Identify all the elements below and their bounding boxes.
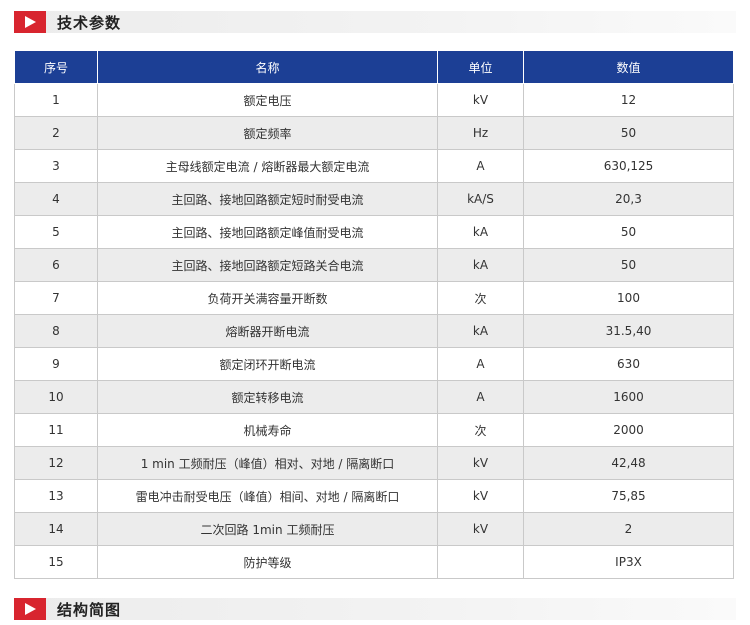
table-row: 7 负荷开关满容量开断数次 100: [14, 281, 734, 315]
cell-index: 1: [14, 83, 98, 117]
cell-index: 8: [14, 314, 98, 348]
header-index: 序号: [14, 50, 98, 84]
cell-name: 主回路、接地回路额定峰值耐受电流: [97, 215, 438, 249]
cell-index: 12: [14, 446, 98, 480]
cell-index: 6: [14, 248, 98, 282]
cell-name: 主回路、接地回路额定短路关合电流: [97, 248, 438, 282]
cell-name: 负荷开关满容量开断数: [97, 281, 438, 315]
cell-index: 13: [14, 479, 98, 513]
section-title: 结构简图: [57, 600, 122, 619]
cell-unit: Hz: [437, 116, 524, 150]
cell-unit: kV: [437, 512, 524, 546]
table-row: 3 主母线额定电流 / 熔断器最大额定电流 A 630,125: [14, 149, 734, 183]
cell-value: 630,125: [523, 149, 734, 183]
cell-value: 50: [523, 116, 734, 150]
cell-unit: A: [437, 380, 524, 414]
cell-name: 主回路、接地回路额定短时耐受电流: [97, 182, 438, 216]
cell-unit: A: [437, 149, 524, 183]
cell-value: 100: [523, 281, 734, 315]
cell-value: 2: [523, 512, 734, 546]
table-row: 14 二次回路 1min 工频耐压 kV 2: [14, 512, 734, 546]
cell-value: 50: [523, 248, 734, 282]
cell-value: 50: [523, 215, 734, 249]
table-row: 10 额定转移电流 A 1600: [14, 380, 734, 414]
cell-index: 4: [14, 182, 98, 216]
cell-name: 防护等级: [97, 545, 438, 579]
cell-index: 9: [14, 347, 98, 381]
table-row: 2 额定频率 Hz 50: [14, 116, 734, 150]
cell-value: 20,3: [523, 182, 734, 216]
cell-value: 1600: [523, 380, 734, 414]
cell-unit: kA: [437, 248, 524, 282]
cell-index: 14: [14, 512, 98, 546]
cell-value: 2000: [523, 413, 734, 447]
cell-unit: kA: [437, 215, 524, 249]
section-header-tech-params: 技术参数: [14, 11, 736, 33]
header-value: 数值: [523, 50, 734, 84]
cell-unit: 次: [437, 413, 524, 447]
cell-index: 2: [14, 116, 98, 150]
cell-index: 5: [14, 215, 98, 249]
cell-index: 7: [14, 281, 98, 315]
cell-index: 10: [14, 380, 98, 414]
cell-unit: kV: [437, 446, 524, 480]
cell-index: 15: [14, 545, 98, 579]
cell-name: 1 min 工频耐压（峰值）相对、对地 / 隔离断口: [97, 446, 438, 480]
cell-unit: [437, 545, 524, 579]
table-row: 8 熔断器开断电流 kA 31.5,40: [14, 314, 734, 348]
cell-name: 额定电压: [97, 83, 438, 117]
play-triangle-icon: [14, 598, 46, 620]
cell-name: 二次回路 1min 工频耐压: [97, 512, 438, 546]
table-row: 11 机械寿命次 2000: [14, 413, 734, 447]
table-row: 12 1 min 工频耐压（峰值）相对、对地 / 隔离断口 kV 42,48: [14, 446, 734, 480]
cell-name: 额定转移电流: [97, 380, 438, 414]
cell-value: 42,48: [523, 446, 734, 480]
cell-index: 11: [14, 413, 98, 447]
section-header-structure: 结构简图: [14, 598, 736, 620]
cell-unit: kV: [437, 479, 524, 513]
cell-unit: kA: [437, 314, 524, 348]
cell-value: 31.5,40: [523, 314, 734, 348]
cell-name: 额定闭环开断电流: [97, 347, 438, 381]
table-row: 13 雷电冲击耐受电压（峰值）相间、对地 / 隔离断口 kV 75,85: [14, 479, 734, 513]
cell-unit: kA/S: [437, 182, 524, 216]
header-unit: 单位: [437, 50, 524, 84]
header-name: 名称: [97, 50, 438, 84]
table-row: 6 主回路、接地回路额定短路关合电流 kA 50: [14, 248, 734, 282]
cell-value: 75,85: [523, 479, 734, 513]
table-row: 9 额定闭环开断电流 A 630: [14, 347, 734, 381]
cell-name: 额定频率: [97, 116, 438, 150]
cell-index: 3: [14, 149, 98, 183]
tech-params-table: 序号 名称 单位 数值 1 额定电压 kV 12 2 额定频率 Hz 50 3 主母线额定电流 /…: [14, 50, 734, 579]
table-row: 1 额定电压 kV 12: [14, 83, 734, 117]
cell-unit: A: [437, 347, 524, 381]
table-row: 4 主回路、接地回路额定短时耐受电流 kA/S 20,3: [14, 182, 734, 216]
cell-name: 雷电冲击耐受电压（峰值）相间、对地 / 隔离断口: [97, 479, 438, 513]
cell-name: 机械寿命: [97, 413, 438, 447]
cell-value: 12: [523, 83, 734, 117]
cell-name: 主母线额定电流 / 熔断器最大额定电流: [97, 149, 438, 183]
section-title: 技术参数: [57, 13, 122, 32]
cell-value: 630: [523, 347, 734, 381]
table-row: 15 防护等级 IP3X: [14, 545, 734, 579]
table-row: 5 主回路、接地回路额定峰值耐受电流 kA 50: [14, 215, 734, 249]
table-header-row: 序号 名称 单位 数值: [14, 50, 734, 84]
cell-unit: kV: [437, 83, 524, 117]
cell-value: IP3X: [523, 545, 734, 579]
cell-name: 熔断器开断电流: [97, 314, 438, 348]
play-triangle-icon: [14, 11, 46, 33]
cell-unit: 次: [437, 281, 524, 315]
